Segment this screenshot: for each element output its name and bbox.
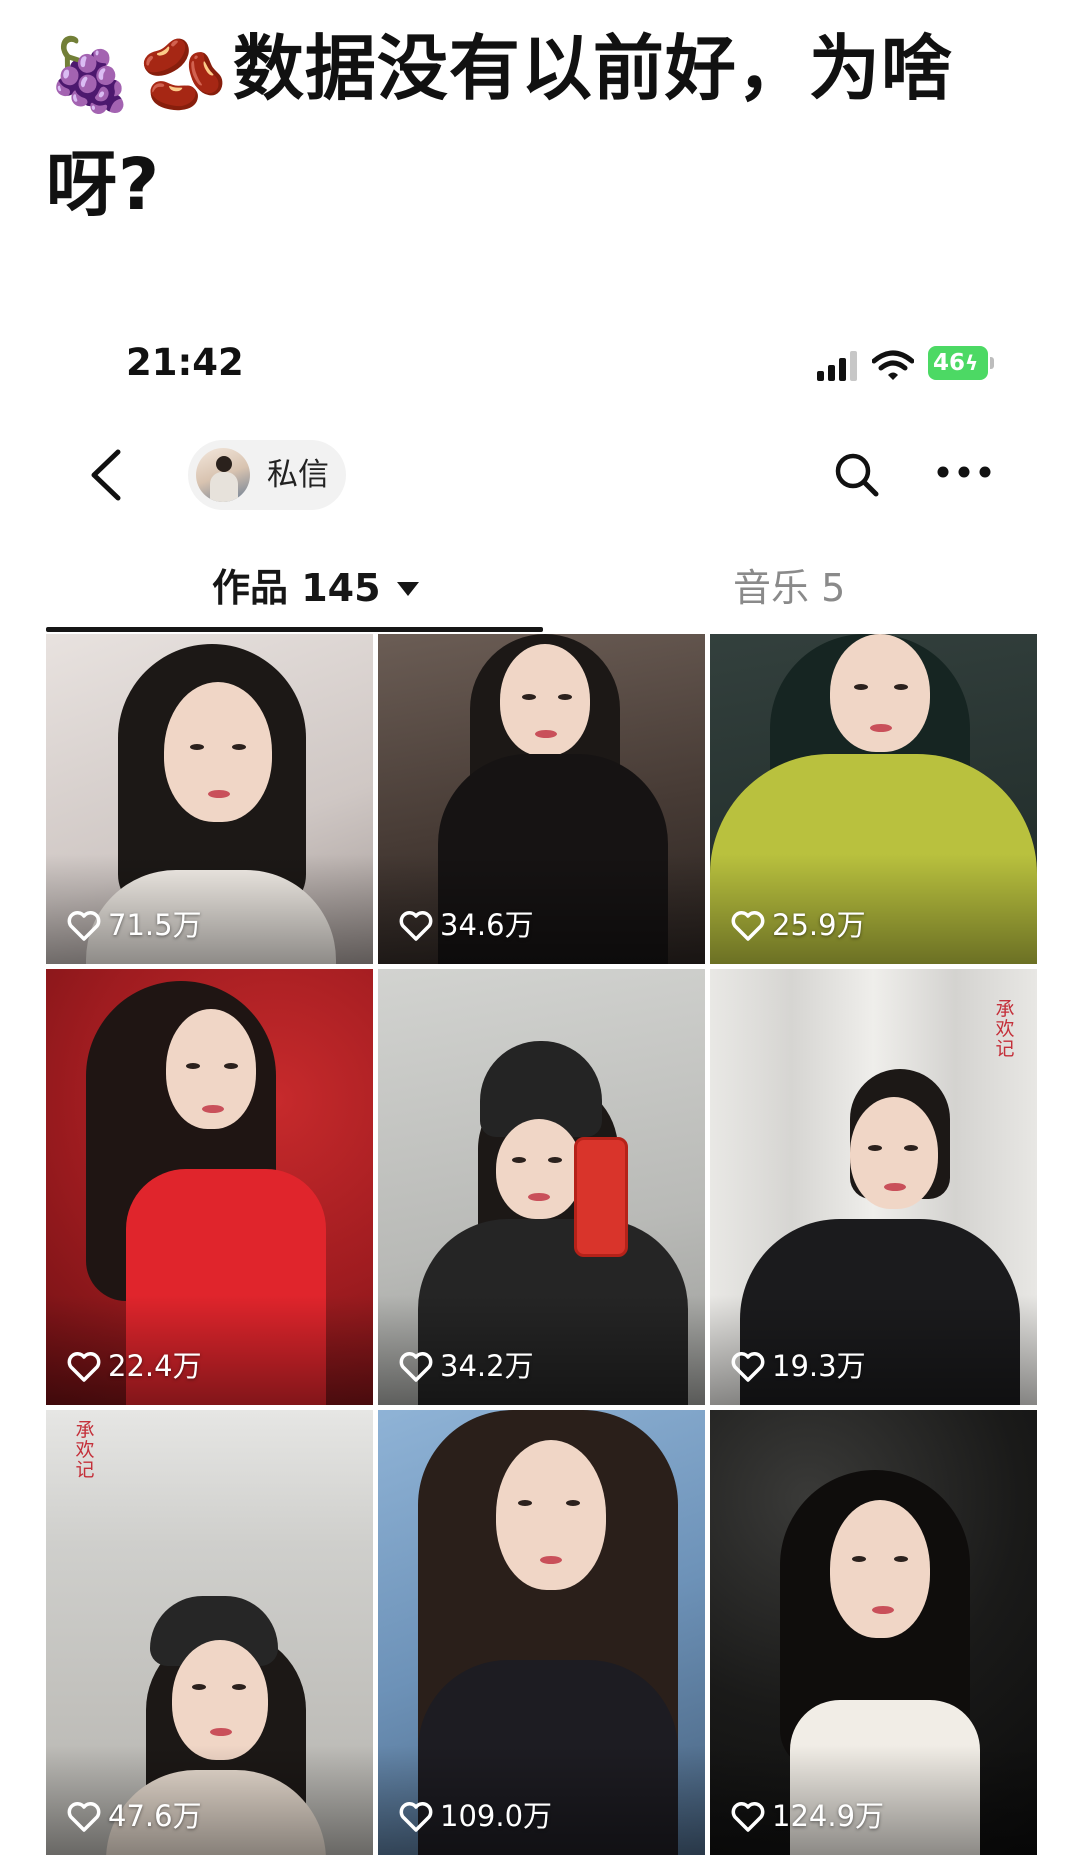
like-count: 109.0万 [398,1797,552,1835]
like-count-value: 47.6万 [108,1799,202,1833]
heart-icon [399,911,433,941]
like-count-value: 19.3万 [772,1349,866,1383]
video-tile[interactable]: 124.9万 [710,1410,1037,1855]
back-arrow-icon[interactable] [84,446,134,504]
like-count: 34.2万 [398,1347,534,1385]
like-count: 124.9万 [730,1797,884,1835]
like-count-value: 22.4万 [108,1349,202,1383]
direct-message-button[interactable]: 私信 [188,440,346,510]
show-logo-stamp: 承欢记 [75,1419,95,1481]
heart-icon [399,1802,433,1832]
grapes-emoji: 🍇 [46,33,136,116]
signal-icon [817,351,857,381]
profile-header: 私信 [0,432,1084,518]
video-tile[interactable]: 22.4万 [46,969,373,1405]
video-tile[interactable]: 71.5万 [46,634,373,964]
battery-tip [990,357,994,369]
caret-down-icon[interactable] [396,582,419,596]
content-tabs: 作品 145 音乐 5 [0,548,1084,638]
heart-icon [67,1352,101,1382]
video-grid: 71.5万 34.6万 25.9万 22.4万 34.2万 承欢记 19.3万 … [46,634,1040,1855]
battery-level: 46 [933,350,966,376]
video-tile[interactable]: 承欢记 47.6万 [46,1410,373,1855]
heart-icon [731,1352,765,1382]
more-dots-icon[interactable] [935,462,993,482]
show-logo-stamp: 承欢记 [995,998,1015,1060]
avatar [196,448,250,502]
video-tile[interactable]: 25.9万 [710,634,1037,964]
video-tile[interactable]: 承欢记 19.3万 [710,969,1037,1405]
active-tab-indicator [46,627,543,632]
heart-icon [67,911,101,941]
status-bar: 21:42 46ϟ [0,335,1084,391]
video-tile[interactable]: 109.0万 [378,1410,705,1855]
like-count: 34.6万 [398,906,534,944]
heart-icon [731,1802,765,1832]
wifi-icon [872,350,914,380]
battery-icon: 46ϟ [928,346,988,380]
tab-music-label: 音乐 5 [733,566,846,610]
like-count: 71.5万 [66,906,202,944]
like-count-value: 25.9万 [772,908,866,942]
like-count-value: 34.2万 [440,1349,534,1383]
beans-emoji: 🫘 [139,33,229,116]
video-tile[interactable]: 34.6万 [378,634,705,964]
like-count: 25.9万 [730,906,866,944]
like-count-value: 34.6万 [440,908,534,942]
phone-case [574,1137,628,1257]
heart-icon [67,1802,101,1832]
like-count: 22.4万 [66,1347,202,1385]
like-count: 47.6万 [66,1797,202,1835]
screenshot-page: 🍇🫘数据没有以前好，为啥呀? 21:42 46ϟ 私信 作品 145 音乐 5 … [0,0,1084,1855]
tab-works[interactable]: 作品 145 [212,558,419,618]
heart-icon [731,911,765,941]
tab-works-label: 作品 145 [212,566,381,610]
post-title: 🍇🫘数据没有以前好，为啥呀? [46,14,1046,240]
like-count-value: 124.9万 [772,1799,885,1833]
like-count-value: 71.5万 [108,908,202,942]
like-count-value: 109.0万 [440,1799,553,1833]
search-icon[interactable] [832,450,882,500]
status-time: 21:42 [126,341,244,384]
like-count: 19.3万 [730,1347,866,1385]
heart-icon [399,1352,433,1382]
video-tile[interactable]: 34.2万 [378,969,705,1405]
direct-message-label: 私信 [267,457,329,493]
tab-music[interactable]: 音乐 5 [733,558,845,618]
